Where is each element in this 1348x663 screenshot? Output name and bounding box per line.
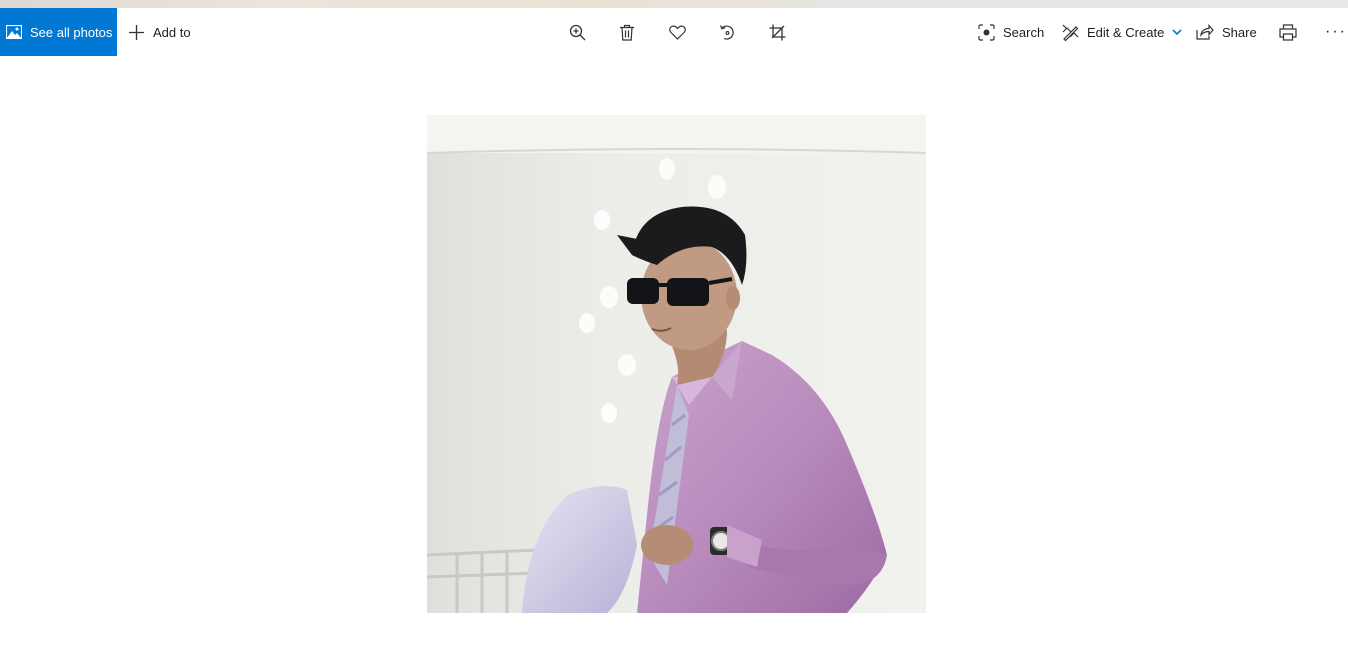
edit-create-icon [1062,24,1079,41]
more-options-button[interactable]: ··· [1325,8,1347,56]
rotate-button[interactable] [711,8,743,56]
crop-button[interactable] [761,8,793,56]
share-icon [1196,24,1214,40]
edit-create-button[interactable]: Edit & Create [1062,8,1182,56]
more-options-label: ··· [1325,23,1347,40]
zoom-in-icon [569,24,586,41]
share-label: Share [1222,24,1257,40]
rotate-icon [719,24,736,41]
chevron-down-icon [1172,28,1182,36]
heart-icon [668,25,686,40]
photo-viewer-image[interactable] [427,115,926,613]
delete-button[interactable] [611,8,643,56]
edit-create-label: Edit & Create [1087,24,1165,40]
see-all-photos-button[interactable]: See all photos [0,8,117,56]
zoom-button[interactable] [561,8,593,56]
add-to-button[interactable]: Add to [128,8,191,56]
favorite-button[interactable] [661,8,693,56]
add-to-label: Add to [153,24,191,40]
photos-icon [6,25,22,39]
plus-icon [128,24,145,41]
crop-icon [769,24,786,41]
visual-search-icon [978,23,995,41]
search-label: Search [1003,24,1045,40]
print-icon [1279,23,1297,41]
share-button[interactable]: Share [1196,8,1257,56]
search-button[interactable]: Search [978,8,1044,56]
toolbar: See all photos Add to Search Edit & Crea… [0,8,1348,56]
see-all-photos-label: See all photos [30,24,113,40]
trash-icon [619,24,635,41]
print-button[interactable] [1272,8,1304,56]
photo-strip-background [0,0,1348,8]
